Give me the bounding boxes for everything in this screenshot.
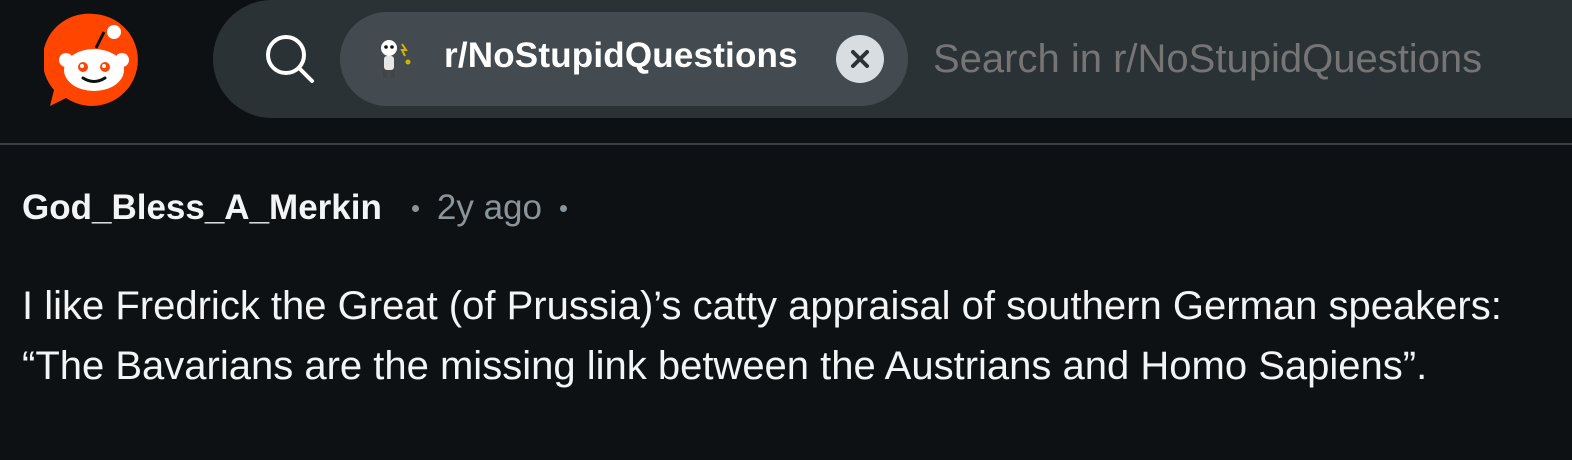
close-icon[interactable] bbox=[836, 35, 884, 83]
subreddit-chip-label: r/NoStupidQuestions bbox=[444, 36, 798, 75]
separator-dot bbox=[411, 204, 419, 212]
search-input[interactable] bbox=[933, 37, 1553, 82]
reddit-logo-icon[interactable] bbox=[42, 10, 144, 110]
subreddit-avatar-icon bbox=[372, 36, 418, 82]
top-bar: r/NoStupidQuestions bbox=[0, 0, 1572, 143]
search-icon[interactable] bbox=[264, 33, 316, 85]
comment-author[interactable]: God_Bless_A_Merkin bbox=[22, 188, 382, 228]
comment-body: I like Fredrick the Great (of Prussia)’s… bbox=[22, 284, 1502, 388]
separator-dot bbox=[559, 204, 567, 212]
comment-timestamp: 2y ago bbox=[436, 188, 542, 227]
comment-meta: God_Bless_A_Merkin 2y ago bbox=[22, 186, 585, 230]
header-divider bbox=[0, 143, 1572, 145]
